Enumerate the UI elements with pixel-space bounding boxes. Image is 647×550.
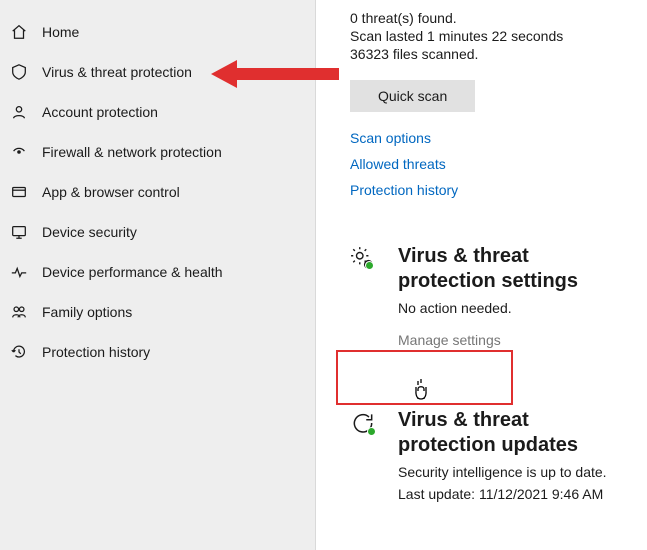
updates-section: Virus & threat protection updates Securi… bbox=[350, 408, 629, 502]
home-icon bbox=[8, 23, 30, 41]
threats-found: 0 threat(s) found. bbox=[350, 10, 629, 26]
settings-status: No action needed. bbox=[398, 300, 629, 316]
sidebar-item-device-security[interactable]: Device security bbox=[0, 212, 315, 252]
sidebar-item-label: Home bbox=[42, 24, 79, 40]
wifi-icon bbox=[8, 143, 30, 161]
history-icon bbox=[8, 343, 30, 361]
sidebar-item-account[interactable]: Account protection bbox=[0, 92, 315, 132]
settings-section: Virus & threat protection settings No ac… bbox=[350, 244, 629, 348]
sidebar-item-label: Family options bbox=[42, 304, 132, 320]
sidebar-item-performance[interactable]: Device performance & health bbox=[0, 252, 315, 292]
scan-options-link[interactable]: Scan options bbox=[350, 130, 629, 146]
status-ok-badge bbox=[367, 427, 376, 436]
updates-refresh-icon bbox=[350, 410, 376, 439]
sidebar-item-firewall[interactable]: Firewall & network protection bbox=[0, 132, 315, 172]
sidebar-item-virus-threat[interactable]: Virus & threat protection bbox=[0, 52, 315, 92]
health-icon bbox=[8, 263, 30, 281]
sidebar-item-label: Device security bbox=[42, 224, 137, 240]
settings-title: Virus & threat protection settings bbox=[398, 244, 629, 294]
sidebar-item-home[interactable]: Home bbox=[0, 12, 315, 52]
sidebar-item-history[interactable]: Protection history bbox=[0, 332, 315, 372]
device-icon bbox=[8, 223, 30, 241]
updates-title: Virus & threat protection updates bbox=[398, 408, 629, 458]
scan-duration: Scan lasted 1 minutes 22 seconds bbox=[350, 28, 629, 44]
allowed-threats-link[interactable]: Allowed threats bbox=[350, 156, 629, 172]
sidebar-item-label: App & browser control bbox=[42, 184, 180, 200]
settings-gear-icon bbox=[350, 246, 376, 275]
family-icon bbox=[8, 303, 30, 321]
sidebar-item-family[interactable]: Family options bbox=[0, 292, 315, 332]
sidebar-item-label: Protection history bbox=[42, 344, 150, 360]
updates-last: Last update: 11/12/2021 9:46 AM bbox=[398, 486, 629, 502]
sidebar: Home Virus & threat protection Account p… bbox=[0, 0, 316, 550]
quick-scan-button[interactable]: Quick scan bbox=[350, 80, 475, 112]
shield-icon bbox=[8, 63, 30, 81]
sidebar-item-label: Device performance & health bbox=[42, 264, 223, 280]
main-content: 0 threat(s) found. Scan lasted 1 minutes… bbox=[316, 0, 647, 550]
sidebar-item-label: Firewall & network protection bbox=[42, 144, 222, 160]
sidebar-item-label: Account protection bbox=[42, 104, 158, 120]
status-ok-badge bbox=[365, 261, 374, 270]
protection-history-link[interactable]: Protection history bbox=[350, 182, 629, 198]
manage-settings-link[interactable]: Manage settings bbox=[398, 332, 629, 348]
updates-status: Security intelligence is up to date. bbox=[398, 464, 629, 480]
app-icon bbox=[8, 183, 30, 201]
files-scanned: 36323 files scanned. bbox=[350, 46, 629, 62]
sidebar-item-app-browser[interactable]: App & browser control bbox=[0, 172, 315, 212]
sidebar-item-label: Virus & threat protection bbox=[42, 64, 192, 80]
account-icon bbox=[8, 103, 30, 121]
